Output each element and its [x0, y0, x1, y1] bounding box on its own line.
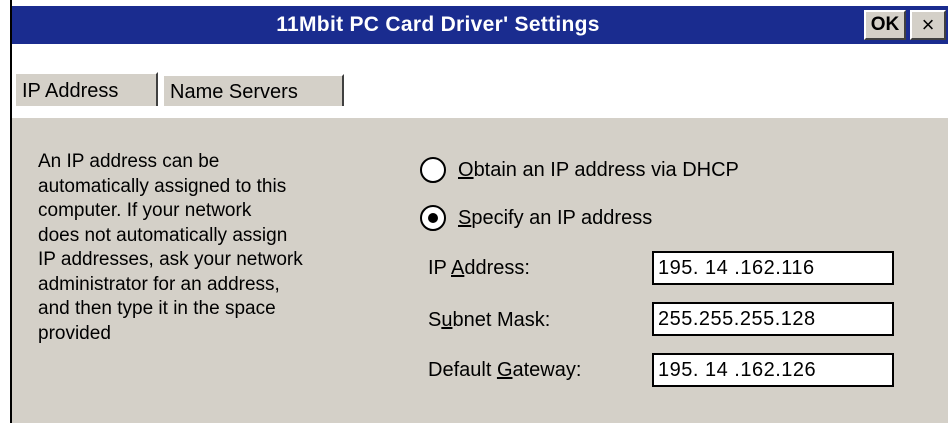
subnet-mask-label: Subnet Mask:: [428, 309, 551, 331]
ip-address-field[interactable]: 195. 14 .162.116: [652, 251, 894, 285]
title-bar: 11Mbit PC Card Driver' Settings OK ×: [12, 6, 948, 44]
description-text: An IP address can be automatically assig…: [38, 150, 398, 346]
description-line: automatically assigned to this: [38, 175, 287, 197]
radio-selected-icon[interactable]: [420, 205, 446, 231]
description-line: and then type it in the space: [38, 298, 276, 319]
default-gateway-field[interactable]: 195. 14 .162.126: [652, 353, 894, 387]
subnet-mask-field[interactable]: 255.255.255.128: [652, 302, 894, 336]
description-line: computer. If your network: [38, 200, 252, 221]
close-icon[interactable]: ×: [910, 10, 946, 40]
ip-address-label: IP Address:: [428, 257, 530, 279]
tab-ip-address[interactable]: IP Address: [14, 72, 158, 106]
description-line: An IP address can be: [38, 151, 220, 172]
specify-ip-radio-label[interactable]: Specify an IP address: [458, 204, 652, 232]
tab-name-servers[interactable]: Name Servers: [162, 74, 344, 106]
ok-button[interactable]: OK: [864, 10, 906, 40]
description-line: administrator for an address,: [38, 273, 280, 295]
description-line: provided: [38, 322, 111, 344]
window-title: 11Mbit PC Card Driver' Settings: [276, 13, 600, 36]
default-gateway-label: Default Gateway:: [428, 359, 582, 381]
settings-window: 11Mbit PC Card Driver' Settings OK × IP …: [10, 0, 948, 423]
dhcp-radio-label[interactable]: Obtain an IP address via DHCP: [458, 156, 739, 184]
description-line: does not automatically assign: [38, 224, 288, 246]
radio-unselected-icon[interactable]: [420, 157, 446, 183]
description-line: IP addresses, ask your network: [38, 249, 303, 270]
